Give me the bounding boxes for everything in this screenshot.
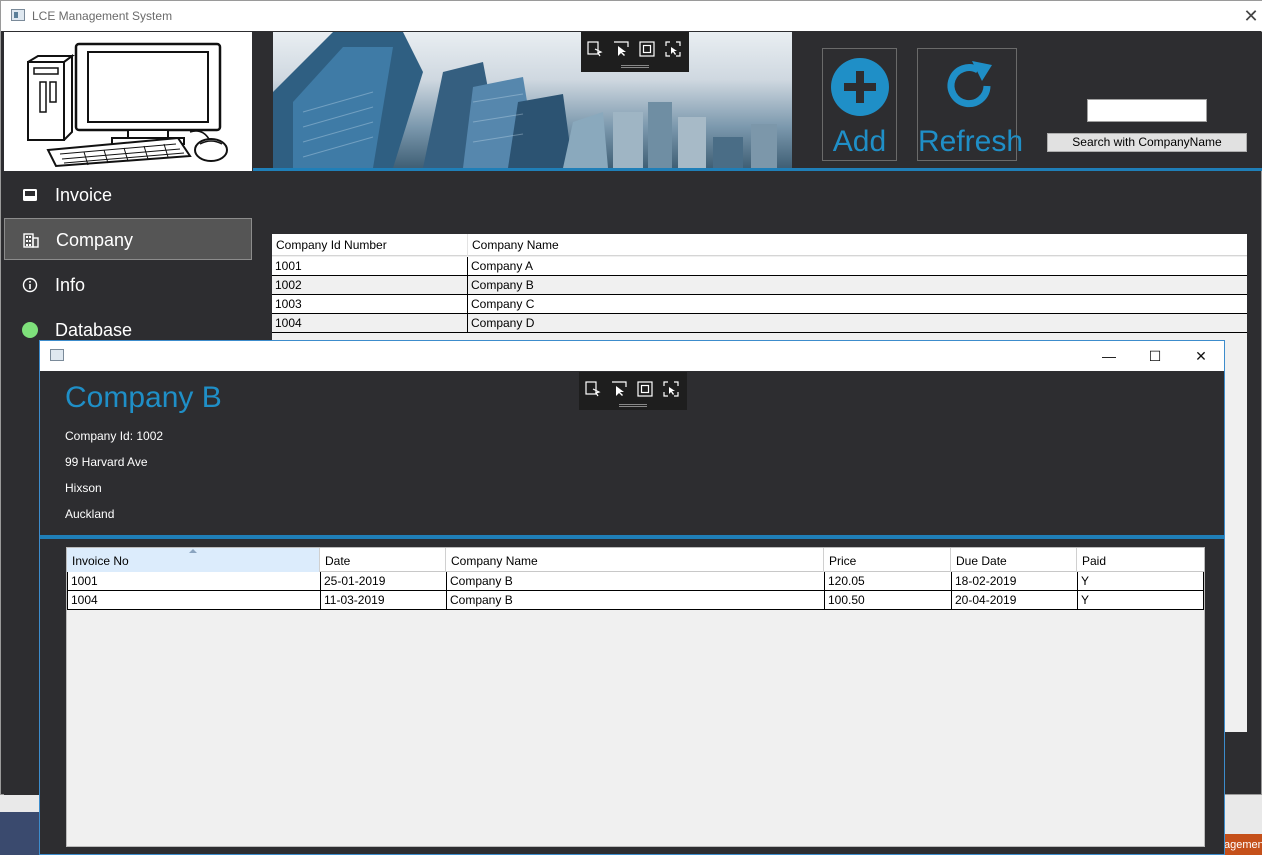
table-row[interactable]: 1003 Company C	[272, 295, 1247, 314]
address-line-2: Hixson	[65, 481, 102, 495]
column-header-paid[interactable]: Paid	[1077, 548, 1204, 572]
column-header-company-name[interactable]: Company Name	[446, 548, 824, 572]
date-cell: 25-01-2019	[321, 572, 447, 591]
column-header-date[interactable]: Date	[320, 548, 446, 572]
select-element-icon[interactable]	[587, 41, 603, 57]
track-focus-icon[interactable]	[663, 381, 679, 397]
toolbar-grip[interactable]	[619, 404, 647, 407]
company-name-cell: Company B	[447, 572, 825, 591]
sidebar-item-info[interactable]: Info	[4, 264, 252, 306]
grid-header-row: Company Id Number Company Name	[272, 234, 1247, 256]
sidebar-item-company[interactable]: Company	[4, 218, 252, 260]
refresh-icon	[947, 61, 992, 108]
company-id-label: Company Id: 1002	[65, 429, 164, 443]
close-window-button[interactable]: ✕	[1239, 4, 1262, 28]
add-button-label: Add	[832, 125, 887, 158]
track-focus-icon[interactable]	[665, 41, 681, 57]
detail-titlebar[interactable]: — ☐ ✕	[40, 341, 1224, 371]
due-date-cell: 18-02-2019	[952, 572, 1078, 591]
table-row[interactable]: 1001 25-01-2019 Company B 120.05 18-02-2…	[67, 572, 1204, 591]
sidebar-item-label: Company	[56, 230, 134, 250]
detail-divider	[40, 535, 1224, 539]
company-name-cell: Company C	[471, 297, 535, 311]
address-line-3: Auckland	[65, 507, 115, 521]
invoice-no-cell: 1001	[68, 572, 321, 591]
building-icon	[23, 233, 39, 248]
invoice-no-cell: 1004	[68, 591, 321, 610]
app-window-icon	[11, 9, 25, 21]
company-name-cell: Company A	[471, 259, 534, 273]
company-id-cell: 1002	[272, 276, 468, 295]
table-row[interactable]: 1004 11-03-2019 Company B 100.50 20-04-2…	[67, 591, 1204, 610]
info-icon	[22, 277, 38, 293]
maximize-button[interactable]: ☐	[1132, 341, 1178, 371]
table-row[interactable]: 1004 Company D	[272, 314, 1247, 333]
column-header-label: Invoice No	[72, 554, 129, 568]
paid-cell: Y	[1081, 593, 1090, 607]
table-row[interactable]: 1001 Company A	[272, 257, 1247, 276]
window-title: LCE Management System	[32, 9, 173, 23]
company-detail-window: — ☐ ✕ Company B Company Id: 1002 99 Harv…	[39, 340, 1225, 855]
sidebar-item-invoice[interactable]: Invoice	[4, 174, 252, 216]
main-titlebar[interactable]: LCE Management System ✕	[1, 1, 1262, 31]
sidebar-item-label: Invoice	[55, 185, 113, 205]
column-header-price[interactable]: Price	[824, 548, 951, 572]
plus-circle-icon	[831, 58, 889, 116]
cursor-select-icon[interactable]	[613, 41, 629, 57]
select-element-icon[interactable]	[585, 381, 601, 397]
add-button[interactable]: Add	[822, 48, 897, 161]
header-divider	[253, 168, 1262, 171]
toolbar-grip[interactable]	[621, 65, 649, 68]
sidebar-item-label: Info	[55, 275, 86, 295]
column-header-invoice-no[interactable]: Invoice No	[67, 548, 320, 572]
price-cell: 120.05	[825, 572, 952, 591]
layout-adorner-icon[interactable]	[637, 381, 653, 397]
company-name-cell: Company B	[471, 278, 534, 292]
company-name-cell: Company D	[471, 316, 535, 330]
table-row[interactable]: 1002 Company B	[272, 276, 1247, 295]
refresh-button[interactable]: Refresh	[917, 48, 1024, 161]
company-title: Company B	[65, 381, 222, 414]
price-cell: 100.50	[825, 591, 952, 610]
invoice-data-grid[interactable]: Invoice No Date Company Name Price Due D…	[66, 547, 1205, 847]
date-cell: 11-03-2019	[321, 591, 447, 610]
skyscraper-photo-icon	[273, 32, 777, 168]
company-search-input[interactable]	[1087, 99, 1207, 122]
taskbar-app-button[interactable]: agemen	[1224, 834, 1262, 855]
cursor-select-icon[interactable]	[611, 381, 627, 397]
sidebar-item-label: Database	[55, 320, 133, 340]
address-line-1: 99 Harvard Ave	[65, 455, 148, 469]
status-dot-icon	[22, 322, 38, 338]
taskbar-app-button[interactable]	[0, 812, 40, 855]
refresh-button-label: Refresh	[918, 125, 1024, 158]
city-skyline-image	[273, 32, 792, 168]
column-header-company-id[interactable]: Company Id Number	[272, 234, 468, 256]
column-header-due-date[interactable]: Due Date	[951, 548, 1077, 572]
layout-adorner-icon[interactable]	[639, 41, 655, 57]
debug-toolbar	[579, 372, 687, 410]
search-company-button[interactable]: Search with CompanyName	[1047, 133, 1247, 152]
company-id-cell: 1003	[272, 295, 468, 314]
sort-ascending-icon	[189, 549, 197, 553]
inbox-icon	[23, 189, 37, 201]
app-logo	[4, 32, 252, 171]
paid-cell: Y	[1081, 574, 1090, 588]
grid-header-row: Invoice No Date Company Name Price Due D…	[67, 548, 1204, 572]
debug-toolbar	[581, 32, 689, 72]
app-window-icon	[50, 349, 64, 361]
column-header-company-name[interactable]: Company Name	[468, 234, 1247, 256]
company-id-cell: 1001	[272, 257, 468, 276]
company-name-cell: Company B	[447, 591, 825, 610]
due-date-cell: 20-04-2019	[952, 591, 1078, 610]
computer-illustration-icon	[27, 42, 228, 168]
close-detail-button[interactable]: ✕	[1178, 341, 1224, 371]
minimize-button[interactable]: —	[1086, 341, 1132, 371]
company-id-cell: 1004	[272, 314, 468, 333]
